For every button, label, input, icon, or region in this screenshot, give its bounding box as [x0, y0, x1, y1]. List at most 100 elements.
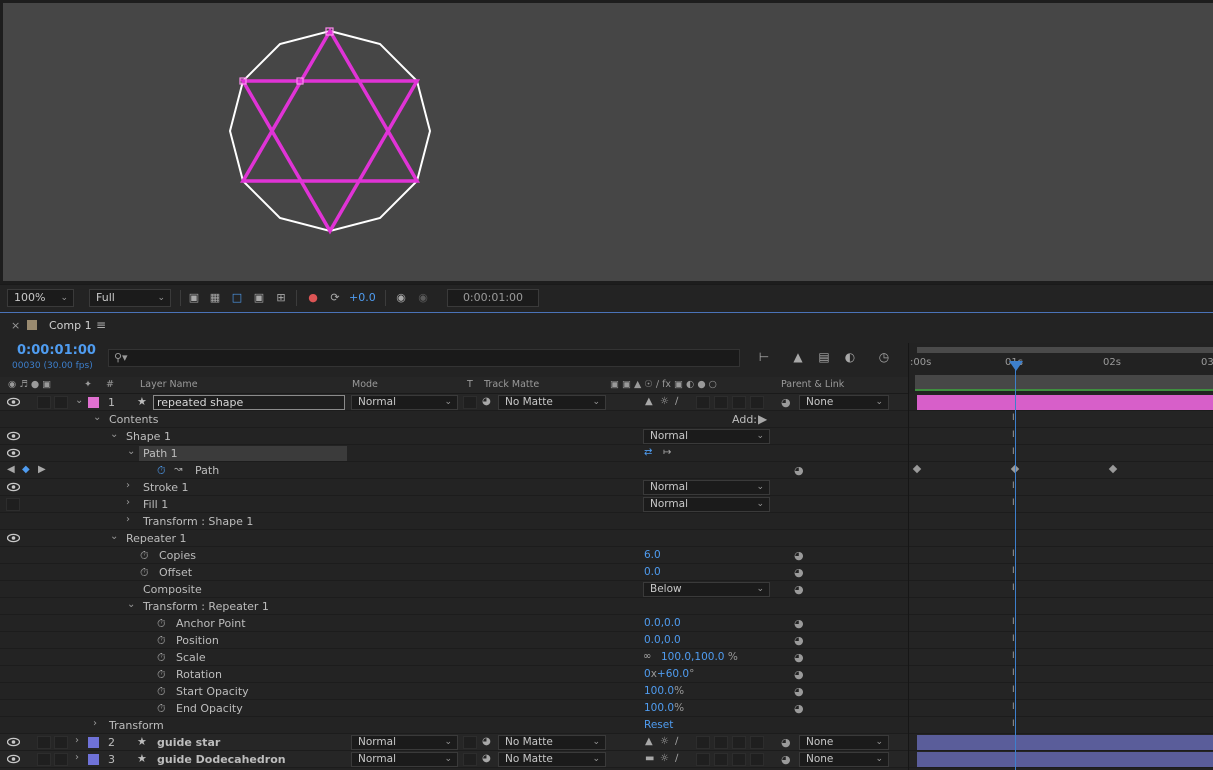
layer-row[interactable]: › 2 ★ guide star Normal ⌄ ◕ No Matte ⌄ ▲ ☼…: [0, 734, 908, 751]
current-time-indicator[interactable]: [1015, 365, 1016, 770]
chevron-right-icon[interactable]: ›: [126, 480, 130, 491]
track-matte-spiral-icon[interactable]: ◕: [482, 736, 491, 747]
frame-blend-switch[interactable]: [714, 753, 728, 766]
property-row-path-1[interactable]: ⌄ Path 1 ⇄ ↦: [0, 445, 908, 462]
position-value[interactable]: 0.0,0.0: [644, 634, 681, 646]
end-opacity-value[interactable]: 100.0%: [644, 702, 684, 714]
property-row-scale[interactable]: ⏱ Scale ∞ 100.0,100.0 % ◕: [0, 649, 908, 666]
chevron-down-icon[interactable]: ⌄: [110, 429, 118, 440]
solo-switch[interactable]: [37, 396, 51, 409]
property-row-transform[interactable]: › Transform Reset: [0, 717, 908, 734]
mask-path-visibility-icon[interactable]: □: [229, 290, 245, 306]
track-matte-spiral-icon[interactable]: ◕: [482, 753, 491, 764]
scale-value[interactable]: 100.0,100.0 %: [661, 651, 738, 663]
shy-switch-icon[interactable]: ▬: [645, 753, 654, 764]
collapse-switch-icon[interactable]: ☼: [660, 753, 669, 764]
rotation-value[interactable]: 0x+60.0°: [644, 668, 694, 680]
pick-whip-icon[interactable]: ◕: [794, 583, 804, 596]
pick-whip-icon[interactable]: ◕: [781, 396, 791, 409]
property-row-anchor-point[interactable]: ⏱ Anchor Point 0.0,0.0 ◕: [0, 615, 908, 632]
parent-select[interactable]: None ⌄: [799, 752, 889, 767]
keyframe-diamond-icon[interactable]: ◆: [22, 464, 30, 475]
eye-icon[interactable]: [7, 448, 20, 458]
property-row-copies[interactable]: ⏱ Copies 6.0 ◕: [0, 547, 908, 564]
adjustment-switch[interactable]: [750, 753, 764, 766]
stroke-1-blend-select[interactable]: Normal ⌄: [643, 480, 770, 495]
stopwatch-icon[interactable]: ⏱: [140, 566, 149, 580]
lock-switch[interactable]: [54, 753, 68, 766]
stopwatch-icon[interactable]: ⏱: [157, 634, 166, 648]
eye-icon[interactable]: [7, 431, 20, 441]
property-row-transform-repeater-1[interactable]: ⌄ Transform : Repeater 1: [0, 598, 908, 615]
pick-whip-icon[interactable]: ◕: [794, 464, 804, 477]
timeline-layer-row[interactable]: [909, 394, 1213, 411]
track-matte-select[interactable]: No Matte ⌄: [498, 395, 606, 410]
stopwatch-icon[interactable]: ⏱: [157, 651, 166, 665]
chevron-right-icon[interactable]: ›: [126, 514, 130, 525]
current-time-indicator-head[interactable]: [1009, 361, 1023, 371]
pick-whip-icon[interactable]: ◕: [794, 702, 804, 715]
fast-previews-icon[interactable]: ▣: [186, 290, 202, 306]
property-row-shape-1[interactable]: ⌄ Shape 1 Normal ⌄: [0, 428, 908, 445]
property-row-offset[interactable]: ⏱ Offset 0.0 ◕: [0, 564, 908, 581]
region-of-interest-icon[interactable]: ▣: [251, 290, 267, 306]
stopwatch-icon[interactable]: ⏱: [157, 617, 166, 631]
layer-label-color[interactable]: [88, 737, 99, 748]
show-snapshot-icon[interactable]: ◉: [415, 290, 431, 306]
camera-snapshot-icon[interactable]: ◉: [393, 290, 409, 306]
mode-select[interactable]: Normal ⌄: [351, 752, 458, 767]
timeline-layer-row[interactable]: [909, 734, 1213, 751]
frame-blend-switch[interactable]: [714, 396, 728, 409]
current-time-display[interactable]: 0:00:01:00: [17, 343, 96, 358]
property-row-transform-shape-1[interactable]: › Transform : Shape 1: [0, 513, 908, 530]
visibility-off-switch[interactable]: [6, 498, 20, 511]
zoom-select[interactable]: 100% ⌄: [7, 289, 74, 307]
stopwatch-icon[interactable]: ⏱: [157, 668, 166, 682]
eye-icon[interactable]: [7, 397, 20, 407]
layer-name[interactable]: guide star: [157, 736, 220, 749]
pick-whip-icon[interactable]: ◕: [794, 617, 804, 630]
time-ruler[interactable]: :00s 01s 02s 03: [909, 357, 1213, 375]
property-row-stroke-1[interactable]: › Stroke 1 Normal ⌄: [0, 479, 908, 496]
effects-switch[interactable]: [696, 753, 710, 766]
property-row-end-opacity[interactable]: ⏱ End Opacity 100.0% ◕: [0, 700, 908, 717]
mode-select[interactable]: Normal ⌄: [351, 735, 458, 750]
pick-whip-icon[interactable]: ◕: [781, 736, 791, 749]
lock-switch[interactable]: [54, 736, 68, 749]
exposure-value[interactable]: +0.0: [349, 290, 376, 306]
layer-name-input[interactable]: repeated shape: [153, 395, 345, 410]
stopwatch-icon[interactable]: ⏱: [157, 464, 166, 478]
viewer-timecode[interactable]: 0:00:01:00: [447, 289, 539, 307]
grid-guides-icon[interactable]: ⊞: [273, 290, 289, 306]
path-direction-icon[interactable]: ⇄: [644, 447, 652, 458]
viewer-canvas[interactable]: [3, 3, 1213, 281]
chevron-down-icon[interactable]: ⌄: [127, 446, 135, 457]
chevron-down-icon[interactable]: ⌄: [127, 599, 135, 610]
property-row-fill-1[interactable]: › Fill 1 Normal ⌄: [0, 496, 908, 513]
motion-blur-switch[interactable]: [732, 753, 746, 766]
panel-menu-icon[interactable]: ≡: [96, 318, 106, 332]
layer-duration-bar[interactable]: [917, 395, 1213, 410]
eye-icon[interactable]: [7, 737, 20, 747]
pick-whip-icon[interactable]: ◕: [794, 685, 804, 698]
chevron-right-icon[interactable]: ›: [75, 735, 79, 746]
property-row-path[interactable]: ◀ ◆ ▶ ⏱ ↝ Path ◕: [0, 462, 908, 479]
chevron-right-icon[interactable]: ›: [75, 752, 79, 763]
composition-mini-flowchart-icon[interactable]: ⊢: [755, 348, 773, 366]
layer-search-input[interactable]: ⚲▾: [108, 349, 740, 367]
solo-switch[interactable]: [37, 736, 51, 749]
previous-keyframe-icon[interactable]: ◀: [7, 464, 15, 475]
shape-1-blend-select[interactable]: Normal ⌄: [643, 429, 770, 444]
eye-icon[interactable]: [7, 533, 20, 543]
keyframe-diamond-icon[interactable]: [1108, 464, 1118, 474]
preserve-transparency-switch[interactable]: [463, 753, 477, 766]
graph-editor-icon[interactable]: ◷: [875, 348, 893, 366]
shy-switch-icon[interactable]: ▲: [645, 736, 653, 747]
effects-switch[interactable]: [696, 736, 710, 749]
property-row-contents[interactable]: ⌄ Contents Add: ▶: [0, 411, 908, 428]
layer-name[interactable]: guide Dodecahedron: [157, 753, 286, 766]
add-menu-icon[interactable]: ▶: [758, 412, 767, 426]
chevron-down-icon[interactable]: ⌄: [110, 531, 118, 542]
lock-switch[interactable]: [54, 396, 68, 409]
property-row-composite[interactable]: Composite Below ⌄ ◕: [0, 581, 908, 598]
